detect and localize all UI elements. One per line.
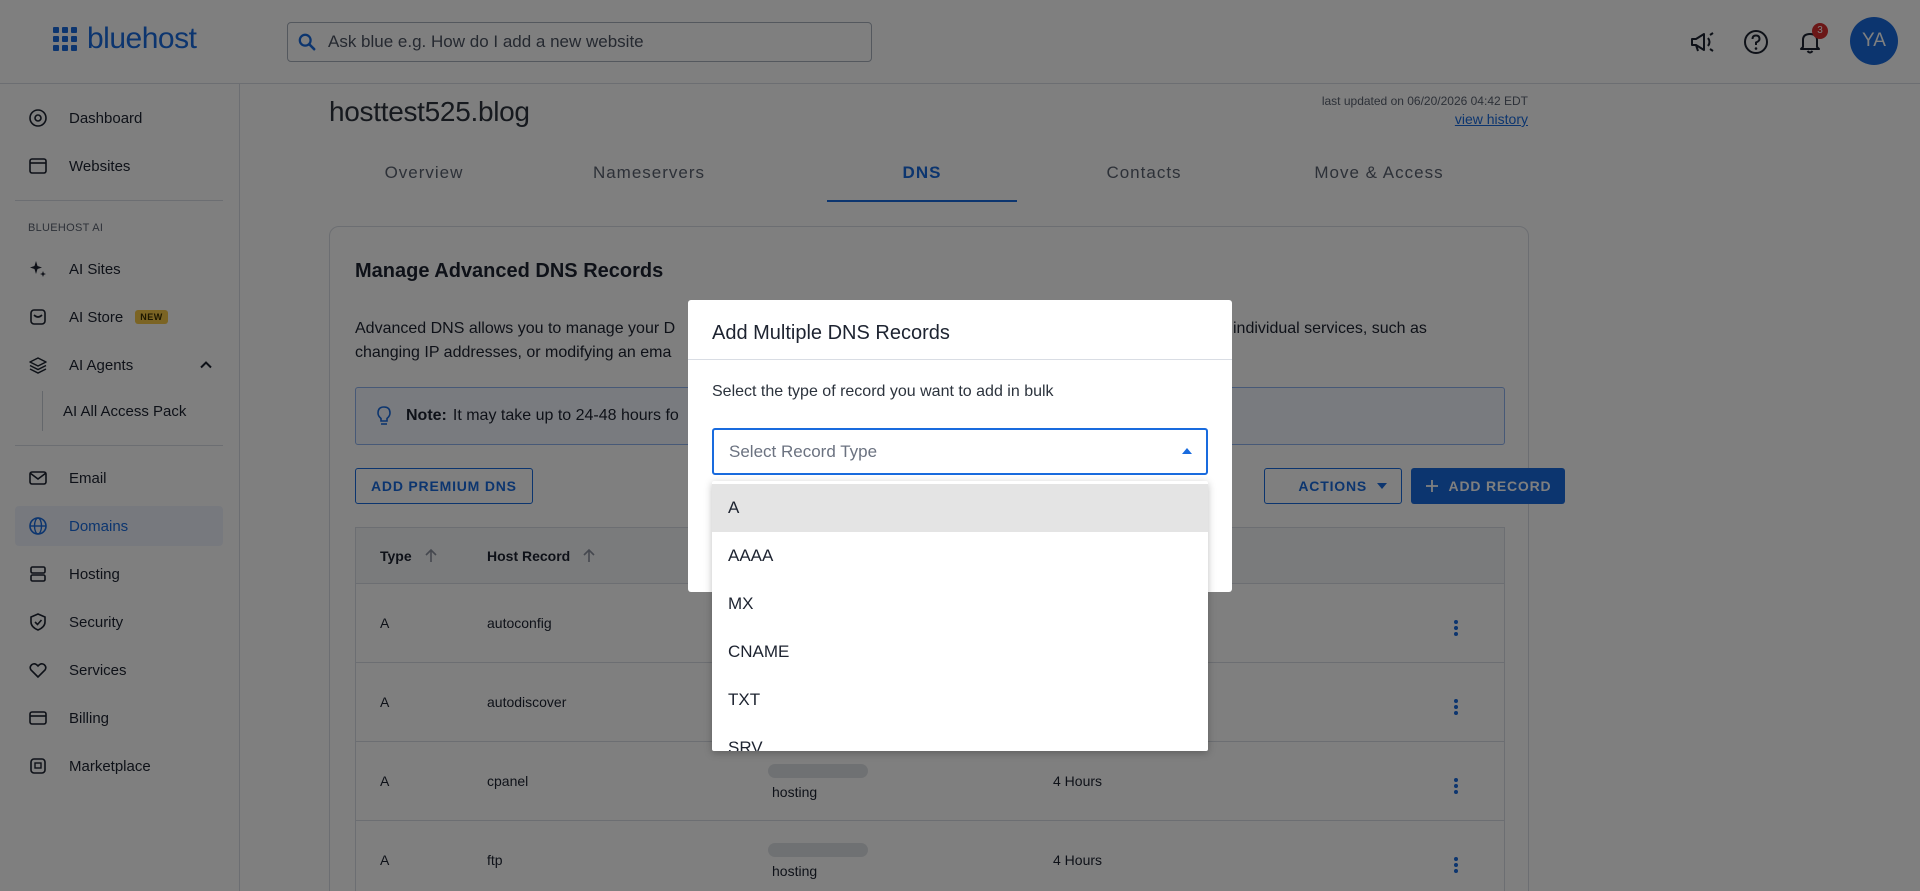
record-type-select[interactable]: Select Record Type	[712, 428, 1208, 475]
modal-divider	[688, 359, 1232, 360]
select-placeholder: Select Record Type	[729, 441, 878, 461]
option-mx[interactable]: MX	[712, 580, 1208, 628]
record-type-dropdown: A AAAA MX CNAME TXT SRV	[712, 481, 1208, 751]
option-aaaa[interactable]: AAAA	[712, 532, 1208, 580]
option-srv[interactable]: SRV	[712, 724, 1208, 751]
modal-title: Add Multiple DNS Records	[712, 322, 950, 344]
option-txt[interactable]: TXT	[712, 676, 1208, 724]
caret-up-icon	[1182, 448, 1192, 454]
option-a[interactable]: A	[712, 484, 1208, 532]
option-cname[interactable]: CNAME	[712, 628, 1208, 676]
modal-instruction: Select the type of record you want to ad…	[712, 383, 1054, 400]
